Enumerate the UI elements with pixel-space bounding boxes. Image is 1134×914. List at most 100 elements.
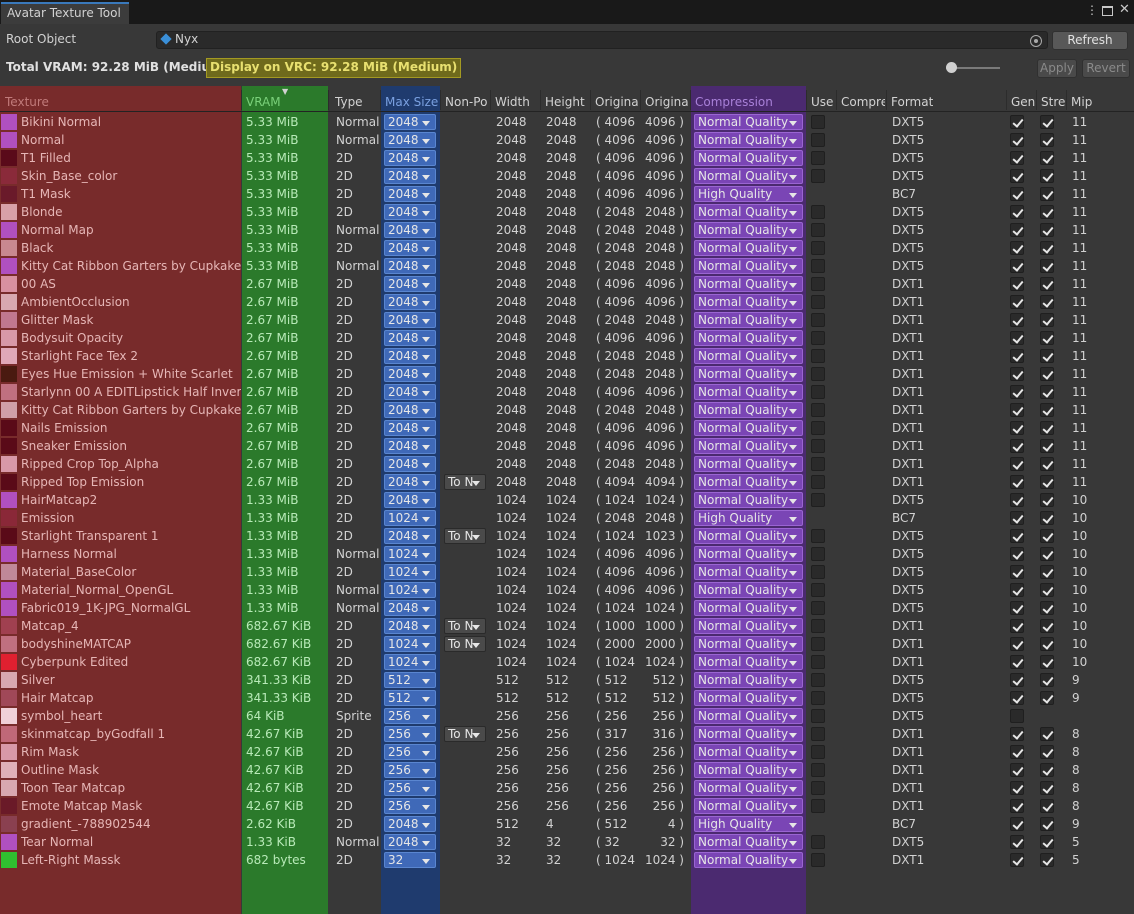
compression-dropdown[interactable]: Normal Quality	[694, 798, 803, 814]
header-use[interactable]: Use	[811, 95, 833, 109]
compression-dropdown[interactable]: Normal Quality	[694, 438, 803, 454]
compression-dropdown[interactable]: Normal Quality	[694, 654, 803, 670]
max-size-dropdown[interactable]: 1024	[384, 510, 436, 526]
kebab-menu-icon[interactable]: ⋮	[1086, 3, 1098, 17]
generate-mipmaps-checkbox[interactable]	[1010, 529, 1024, 543]
use-crunch-checkbox[interactable]	[811, 619, 825, 633]
max-size-dropdown[interactable]: 2048	[384, 402, 436, 418]
streaming-mipmaps-checkbox[interactable]	[1040, 817, 1054, 831]
max-size-dropdown[interactable]: 2048	[384, 420, 436, 436]
texture-name[interactable]: Starlight Face Tex 2	[21, 349, 241, 363]
streaming-mipmaps-checkbox[interactable]	[1040, 241, 1054, 255]
texture-name[interactable]: T1 Mask	[21, 187, 241, 201]
texture-name[interactable]: Bodysuit Opacity	[21, 331, 241, 345]
streaming-mipmaps-checkbox[interactable]	[1040, 583, 1054, 597]
texture-name[interactable]: Ripped Crop Top_Alpha	[21, 457, 241, 471]
texture-thumbnail[interactable]	[1, 600, 17, 616]
streaming-mipmaps-checkbox[interactable]	[1040, 493, 1054, 507]
texture-name[interactable]: Bikini Normal	[21, 115, 241, 129]
texture-name[interactable]: Hair Matcap	[21, 691, 241, 705]
streaming-mipmaps-checkbox[interactable]	[1040, 367, 1054, 381]
texture-name[interactable]: Skin_Base_color	[21, 169, 241, 183]
texture-name[interactable]: Outline Mask	[21, 763, 241, 777]
use-crunch-checkbox[interactable]	[811, 547, 825, 561]
texture-name[interactable]: Toon Tear Matcap	[21, 781, 241, 795]
refresh-button[interactable]: Refresh	[1052, 31, 1128, 50]
texture-thumbnail[interactable]	[1, 816, 17, 832]
max-size-dropdown[interactable]: 2048	[384, 150, 436, 166]
use-crunch-checkbox[interactable]	[811, 763, 825, 777]
max-size-dropdown[interactable]: 2048	[384, 816, 436, 832]
size-slider[interactable]	[946, 62, 1000, 73]
streaming-mipmaps-checkbox[interactable]	[1040, 529, 1054, 543]
texture-thumbnail[interactable]	[1, 636, 17, 652]
texture-thumbnail[interactable]	[1, 150, 17, 166]
texture-name[interactable]: Glitter Mask	[21, 313, 241, 327]
header-width[interactable]: Width	[495, 95, 530, 109]
header-original-width[interactable]: Original	[595, 95, 639, 109]
streaming-mipmaps-checkbox[interactable]	[1040, 565, 1054, 579]
max-size-dropdown[interactable]: 2048	[384, 474, 436, 490]
max-size-dropdown[interactable]: 2048	[384, 348, 436, 364]
max-size-dropdown[interactable]: 256	[384, 798, 436, 814]
streaming-mipmaps-checkbox[interactable]	[1040, 745, 1054, 759]
generate-mipmaps-checkbox[interactable]	[1010, 493, 1024, 507]
compression-dropdown[interactable]: Normal Quality	[694, 636, 803, 652]
generate-mipmaps-checkbox[interactable]	[1010, 583, 1024, 597]
compression-dropdown[interactable]: Normal Quality	[694, 420, 803, 436]
streaming-mipmaps-checkbox[interactable]	[1040, 637, 1054, 651]
texture-name[interactable]: Silver	[21, 673, 241, 687]
compression-dropdown[interactable]: Normal Quality	[694, 222, 803, 238]
use-crunch-checkbox[interactable]	[811, 115, 825, 129]
texture-thumbnail[interactable]	[1, 528, 17, 544]
generate-mipmaps-checkbox[interactable]	[1010, 817, 1024, 831]
max-size-dropdown[interactable]: 256	[384, 780, 436, 796]
texture-thumbnail[interactable]	[1, 132, 17, 148]
texture-name[interactable]: bodyshineMATCAP	[21, 637, 241, 651]
texture-name[interactable]: gradient_-788902544	[21, 817, 241, 831]
compression-dropdown[interactable]: Normal Quality	[694, 762, 803, 778]
compression-dropdown[interactable]: Normal Quality	[694, 672, 803, 688]
use-crunch-checkbox[interactable]	[811, 205, 825, 219]
generate-mipmaps-checkbox[interactable]	[1010, 133, 1024, 147]
texture-name[interactable]: Tear Normal	[21, 835, 241, 849]
use-crunch-checkbox[interactable]	[811, 655, 825, 669]
generate-mipmaps-checkbox[interactable]	[1010, 799, 1024, 813]
object-picker-icon[interactable]	[1030, 35, 1042, 47]
compression-dropdown[interactable]: Normal Quality	[694, 726, 803, 742]
streaming-mipmaps-checkbox[interactable]	[1040, 349, 1054, 363]
streaming-mipmaps-checkbox[interactable]	[1040, 853, 1054, 867]
texture-thumbnail[interactable]	[1, 780, 17, 796]
max-size-dropdown[interactable]: 2048	[384, 492, 436, 508]
generate-mipmaps-checkbox[interactable]	[1010, 511, 1024, 525]
texture-name[interactable]: Black	[21, 241, 241, 255]
texture-thumbnail[interactable]	[1, 384, 17, 400]
compression-dropdown[interactable]: Normal Quality	[694, 582, 803, 598]
max-size-dropdown[interactable]: 1024	[384, 546, 436, 562]
compression-dropdown[interactable]: Normal Quality	[694, 852, 803, 868]
streaming-mipmaps-checkbox[interactable]	[1040, 799, 1054, 813]
texture-thumbnail[interactable]	[1, 564, 17, 580]
generate-mipmaps-checkbox[interactable]	[1010, 115, 1024, 129]
texture-name[interactable]: Normal Map	[21, 223, 241, 237]
texture-thumbnail[interactable]	[1, 654, 17, 670]
texture-name[interactable]: Material_Normal_OpenGL	[21, 583, 241, 597]
streaming-mipmaps-checkbox[interactable]	[1040, 277, 1054, 291]
streaming-mipmaps-checkbox[interactable]	[1040, 115, 1054, 129]
compression-dropdown[interactable]: Normal Quality	[694, 204, 803, 220]
texture-thumbnail[interactable]	[1, 114, 17, 130]
texture-name[interactable]: symbol_heart	[21, 709, 241, 723]
texture-thumbnail[interactable]	[1, 294, 17, 310]
max-size-dropdown[interactable]: 256	[384, 708, 436, 724]
generate-mipmaps-checkbox[interactable]	[1010, 745, 1024, 759]
max-size-dropdown[interactable]: 2048	[384, 312, 436, 328]
streaming-mipmaps-checkbox[interactable]	[1040, 259, 1054, 273]
max-size-dropdown[interactable]: 2048	[384, 438, 436, 454]
generate-mipmaps-checkbox[interactable]	[1010, 781, 1024, 795]
max-size-dropdown[interactable]: 2048	[384, 168, 436, 184]
use-crunch-checkbox[interactable]	[811, 709, 825, 723]
header-generate[interactable]: Gen	[1011, 95, 1035, 109]
texture-name[interactable]: Emote Matcap Mask	[21, 799, 241, 813]
max-size-dropdown[interactable]: 2048	[384, 528, 436, 544]
use-crunch-checkbox[interactable]	[811, 853, 825, 867]
